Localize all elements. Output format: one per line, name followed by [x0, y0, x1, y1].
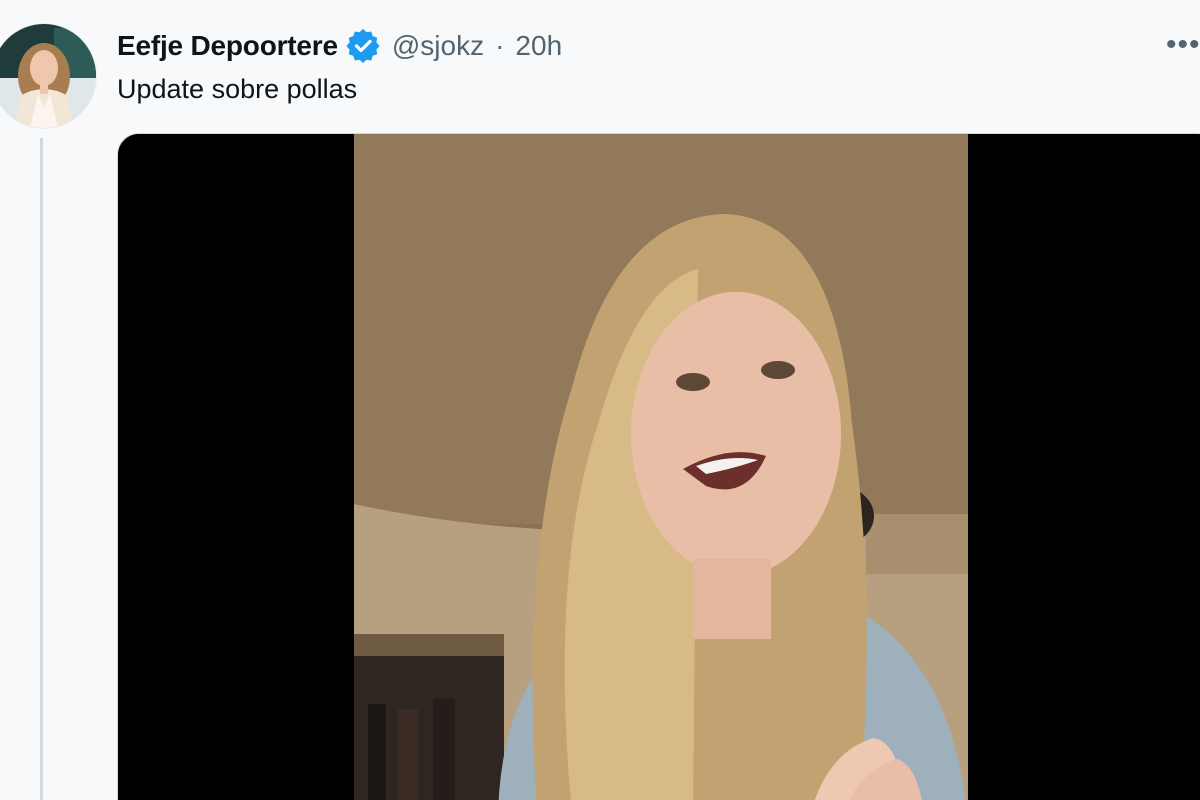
- verified-badge-icon: [346, 28, 380, 63]
- video-frame: [354, 134, 968, 800]
- more-options-icon[interactable]: •••: [1166, 30, 1200, 60]
- author-handle[interactable]: @sjokz: [392, 30, 484, 62]
- user-avatar[interactable]: [0, 24, 96, 128]
- thread-line: [40, 138, 43, 800]
- tweet-text: Update sobre pollas: [117, 74, 358, 104]
- tweet-timestamp[interactable]: 20h: [515, 30, 562, 62]
- separator-dot: ·: [495, 30, 505, 61]
- tweet-article[interactable]: Eefje Depoortere @sjokz · 20h ••• Update…: [0, 0, 1200, 800]
- video-player[interactable]: [117, 133, 1200, 800]
- tweet-header: Eefje Depoortere @sjokz · 20h: [117, 24, 562, 68]
- author-display-name[interactable]: Eefje Depoortere: [117, 30, 338, 62]
